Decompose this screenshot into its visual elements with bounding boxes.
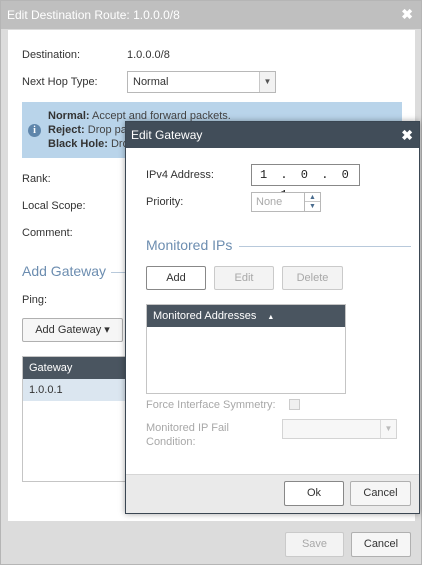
priority-stepper[interactable]: None ▲ ▼ <box>251 192 321 212</box>
local-scope-label: Local Scope: <box>22 200 86 212</box>
ok-button[interactable]: Ok <box>284 481 344 506</box>
delete-monitored-ip-button[interactable]: Delete <box>282 266 343 290</box>
dialog-title-bar: Edit Destination Route: 1.0.0.0/8 ✖ <box>1 1 421 29</box>
section-divider <box>111 272 126 273</box>
dialog-footer: Save Cancel <box>1 526 421 564</box>
add-gateway-section-title: Add Gateway <box>22 263 107 279</box>
monitored-addresses-column-header[interactable]: Monitored Addresses ▲ <box>147 305 345 327</box>
save-button[interactable]: Save <box>285 532 344 557</box>
inner-dialog-title-bar: Edit Gateway ✖ <box>126 122 419 148</box>
fail-condition-label-line1: Monitored IP Fail <box>146 422 229 434</box>
sort-ascending-icon: ▲ <box>267 314 275 321</box>
info-icon: i <box>28 124 41 137</box>
ipv4-address-label: IPv4 Address: <box>146 169 214 181</box>
inner-dialog-body: IPv4 Address: 1 . 0 . 0 . 1 Priority: No… <box>132 148 415 472</box>
force-interface-symmetry-checkbox[interactable] <box>289 399 300 410</box>
ping-label: Ping: <box>22 294 48 306</box>
next-hop-type-label: Next Hop Type: <box>22 76 98 88</box>
info-line-black-hole: Black Hole: Dro <box>48 138 129 150</box>
gateway-grid: Gateway 1.0.0.1 <box>22 356 126 482</box>
priority-label: Priority: <box>146 196 184 208</box>
info-line-reject: Reject: Drop pa <box>48 124 127 136</box>
monitored-ips-section-title: Monitored IPs <box>146 237 233 253</box>
next-hop-type-value: Normal <box>133 76 169 88</box>
edit-monitored-ip-button[interactable]: Edit <box>214 266 274 290</box>
spin-up-icon[interactable]: ▲ <box>305 193 320 202</box>
close-icon[interactable]: ✖ <box>401 128 413 142</box>
close-icon[interactable]: ✖ <box>401 7 413 21</box>
fail-condition-select[interactable]: ▼ <box>282 419 397 439</box>
chevron-down-icon: ▼ <box>380 420 396 438</box>
spin-down-icon[interactable]: ▼ <box>305 202 320 211</box>
priority-spin-buttons: ▲ ▼ <box>304 193 320 211</box>
inner-dialog-footer: Ok Cancel <box>126 474 419 513</box>
cancel-button[interactable]: Cancel <box>350 481 411 506</box>
dialog-title: Edit Destination Route: 1.0.0.0/8 <box>7 8 180 22</box>
ipv4-address-input[interactable]: 1 . 0 . 0 . 1 <box>251 164 360 202</box>
table-row[interactable]: 1.0.0.1 <box>23 379 125 401</box>
destination-label: Destination: <box>22 49 81 61</box>
add-monitored-ip-button[interactable]: Add <box>146 266 206 290</box>
inner-dialog-title: Edit Gateway <box>131 128 203 142</box>
edit-gateway-dialog: Edit Gateway ✖ IPv4 Address: 1 . 0 . 0 .… <box>125 121 420 514</box>
destination-value: 1.0.0.0/8 <box>127 49 170 61</box>
column-header-label: Monitored Addresses <box>153 310 257 322</box>
fail-condition-label-line2: Condition: <box>146 436 196 448</box>
gateway-column-header[interactable]: Gateway <box>23 357 125 379</box>
cancel-button[interactable]: Cancel <box>351 532 411 557</box>
add-gateway-button[interactable]: Add Gateway ▾ <box>22 318 123 342</box>
priority-placeholder: None <box>256 196 283 208</box>
force-interface-symmetry-label: Force Interface Symmetry: <box>146 399 276 411</box>
monitored-addresses-grid: Monitored Addresses ▲ <box>146 304 346 394</box>
next-hop-type-select[interactable]: Normal ▼ <box>127 71 276 93</box>
comment-label: Comment: <box>22 227 73 239</box>
rank-label: Rank: <box>22 173 51 185</box>
section-divider <box>239 246 411 247</box>
chevron-down-icon: ▼ <box>259 72 275 92</box>
